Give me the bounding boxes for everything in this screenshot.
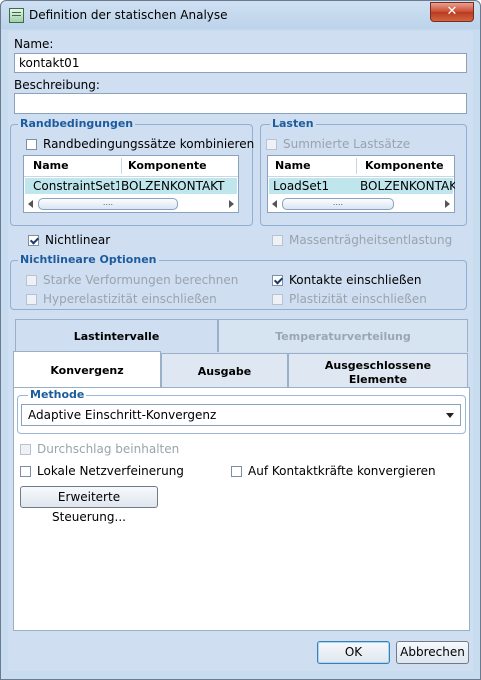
erweiterte-steuerung-button[interactable]: Erweiterte Steuerung... — [20, 486, 158, 524]
scroll-right-icon[interactable] — [445, 200, 450, 208]
tab-konvergenz[interactable]: Konvergenz — [13, 351, 161, 388]
methode-dropdown[interactable]: Adaptive Einschritt-Konvergenz — [21, 404, 461, 426]
column-separator — [121, 158, 122, 174]
scroll-right-icon[interactable] — [229, 200, 234, 208]
cell-name: ConstraintSet1 — [33, 179, 119, 193]
lokale-netzverfeinerung-label: Lokale Netzverfeinerung — [37, 464, 184, 478]
plastizitaet-checkbox: Plastizität einschließen — [272, 292, 427, 306]
beschreibung-label: Beschreibung: — [14, 78, 100, 92]
methode-title: Methode — [28, 388, 87, 401]
table-header: Name Komponente — [24, 156, 238, 177]
dialog-body: Name: kontakt01 Beschreibung: Randbeding… — [8, 31, 473, 671]
scroll-left-icon[interactable] — [272, 200, 277, 208]
scroll-left-icon[interactable] — [28, 200, 33, 208]
scroll-thumb[interactable]: .... — [282, 198, 394, 210]
tab-temperaturverteilung[interactable]: Temperaturverteilung — [218, 319, 468, 352]
nichtlinear-checkbox[interactable]: Nichtlinear — [28, 233, 110, 247]
tab-ausgeschlossene-elemente[interactable]: Ausgeschlossene Elemente — [288, 353, 468, 388]
kontakte-checkbox[interactable]: Kontakte einschließen — [272, 273, 422, 287]
cancel-button[interactable]: Abbrechen — [396, 641, 469, 664]
nichtlineare-optionen-title: Nichtlineare Optionen — [18, 253, 159, 266]
column-header-komponente[interactable]: Komponente — [128, 159, 207, 172]
nichtlinear-label: Nichtlinear — [45, 233, 111, 247]
column-separator — [356, 158, 357, 174]
plastizitaet-label: Plastizität einschließen — [289, 292, 427, 306]
close-button[interactable]: ✕ — [430, 2, 474, 22]
summierte-lastsaetze-checkbox: Summierte Lastsätze — [266, 137, 410, 151]
methode-selected-value: Adaptive Einschritt-Konvergenz — [28, 408, 217, 422]
randbedingungen-combine-label: Randbedingungssätze kombinieren — [43, 137, 255, 151]
massentraegheit-label: Massenträgheitsentlastung — [289, 233, 453, 247]
lokale-netzverfeinerung-checkbox[interactable]: Lokale Netzverfeinerung — [20, 464, 184, 478]
table-header: Name Komponente — [268, 156, 454, 177]
summierte-lastsaetze-label: Summierte Lastsätze — [283, 137, 411, 151]
kontaktkraefte-checkbox[interactable]: Auf Kontaktkräfte konvergieren — [231, 464, 436, 478]
column-header-name[interactable]: Name — [275, 159, 311, 172]
chevron-down-icon[interactable] — [446, 413, 454, 418]
durchschlag-checkbox: Durchschlag beinhalten — [20, 442, 179, 456]
tab-ausgabe[interactable]: Ausgabe — [161, 353, 288, 388]
checkbox-box — [26, 274, 37, 286]
cell-komponente: BOLZENKONTAKT — [360, 179, 455, 193]
name-label: Name: — [14, 37, 54, 51]
checkbox-box[interactable] — [272, 274, 283, 286]
checkbox-box — [26, 293, 37, 305]
checkbox-box[interactable] — [26, 138, 37, 150]
checkbox-box — [272, 234, 283, 246]
column-header-name[interactable]: Name — [33, 159, 69, 172]
dialog-window: Definition der statischen Analyse ✕ Name… — [0, 0, 481, 680]
checkbox-box — [20, 443, 31, 455]
tab-lastintervalle[interactable]: Lastintervalle — [15, 319, 218, 352]
name-input[interactable]: kontakt01 — [14, 53, 467, 73]
title-bar[interactable]: Definition der statischen Analyse ✕ — [1, 1, 480, 31]
beschreibung-input[interactable] — [14, 93, 467, 114]
checkbox-box[interactable] — [20, 465, 31, 477]
checkbox-box — [266, 138, 277, 150]
hyperelastizitaet-label: Hyperelastizität einschließen — [43, 292, 217, 306]
scroll-thumb[interactable]: .... — [38, 198, 178, 210]
randbedingungen-title: Randbedingungen — [18, 117, 136, 130]
column-header-komponente[interactable]: Komponente — [365, 159, 444, 172]
hyperelastizitaet-checkbox: Hyperelastizität einschließen — [26, 292, 217, 306]
checkbox-box — [272, 293, 283, 305]
table-row[interactable]: LoadSet1 BOLZENKONTAKT — [269, 178, 455, 194]
kontaktkraefte-label: Auf Kontaktkräfte konvergieren — [248, 464, 436, 478]
randbedingungen-table: Name Komponente ConstraintSet1 BOLZENKON… — [23, 155, 239, 213]
massentraegheit-checkbox: Massenträgheitsentlastung — [272, 233, 452, 247]
lasten-title: Lasten — [270, 117, 316, 130]
horizontal-scrollbar[interactable]: .... — [269, 197, 453, 211]
kontakte-label: Kontakte einschließen — [289, 273, 422, 287]
horizontal-scrollbar[interactable]: .... — [25, 197, 237, 211]
table-row[interactable]: ConstraintSet1 BOLZENKONTAKT — [25, 178, 237, 194]
starke-verformungen-label: Starke Verformungen berechnen — [43, 273, 239, 287]
checkbox-box[interactable] — [231, 465, 242, 477]
starke-verformungen-checkbox: Starke Verformungen berechnen — [26, 273, 238, 287]
durchschlag-label: Durchschlag beinhalten — [37, 442, 180, 456]
ok-button[interactable]: OK — [317, 641, 390, 664]
cell-komponente: BOLZENKONTAKT — [121, 179, 225, 193]
lasten-table: Name Komponente LoadSet1 BOLZENKONTAKT .… — [267, 155, 455, 213]
cell-name: LoadSet1 — [273, 179, 330, 193]
app-icon — [9, 8, 24, 23]
randbedingungen-combine-checkbox[interactable]: Randbedingungssätze kombinieren — [26, 137, 254, 151]
checkbox-box[interactable] — [28, 234, 39, 246]
window-title: Definition der statischen Analyse — [29, 8, 228, 22]
